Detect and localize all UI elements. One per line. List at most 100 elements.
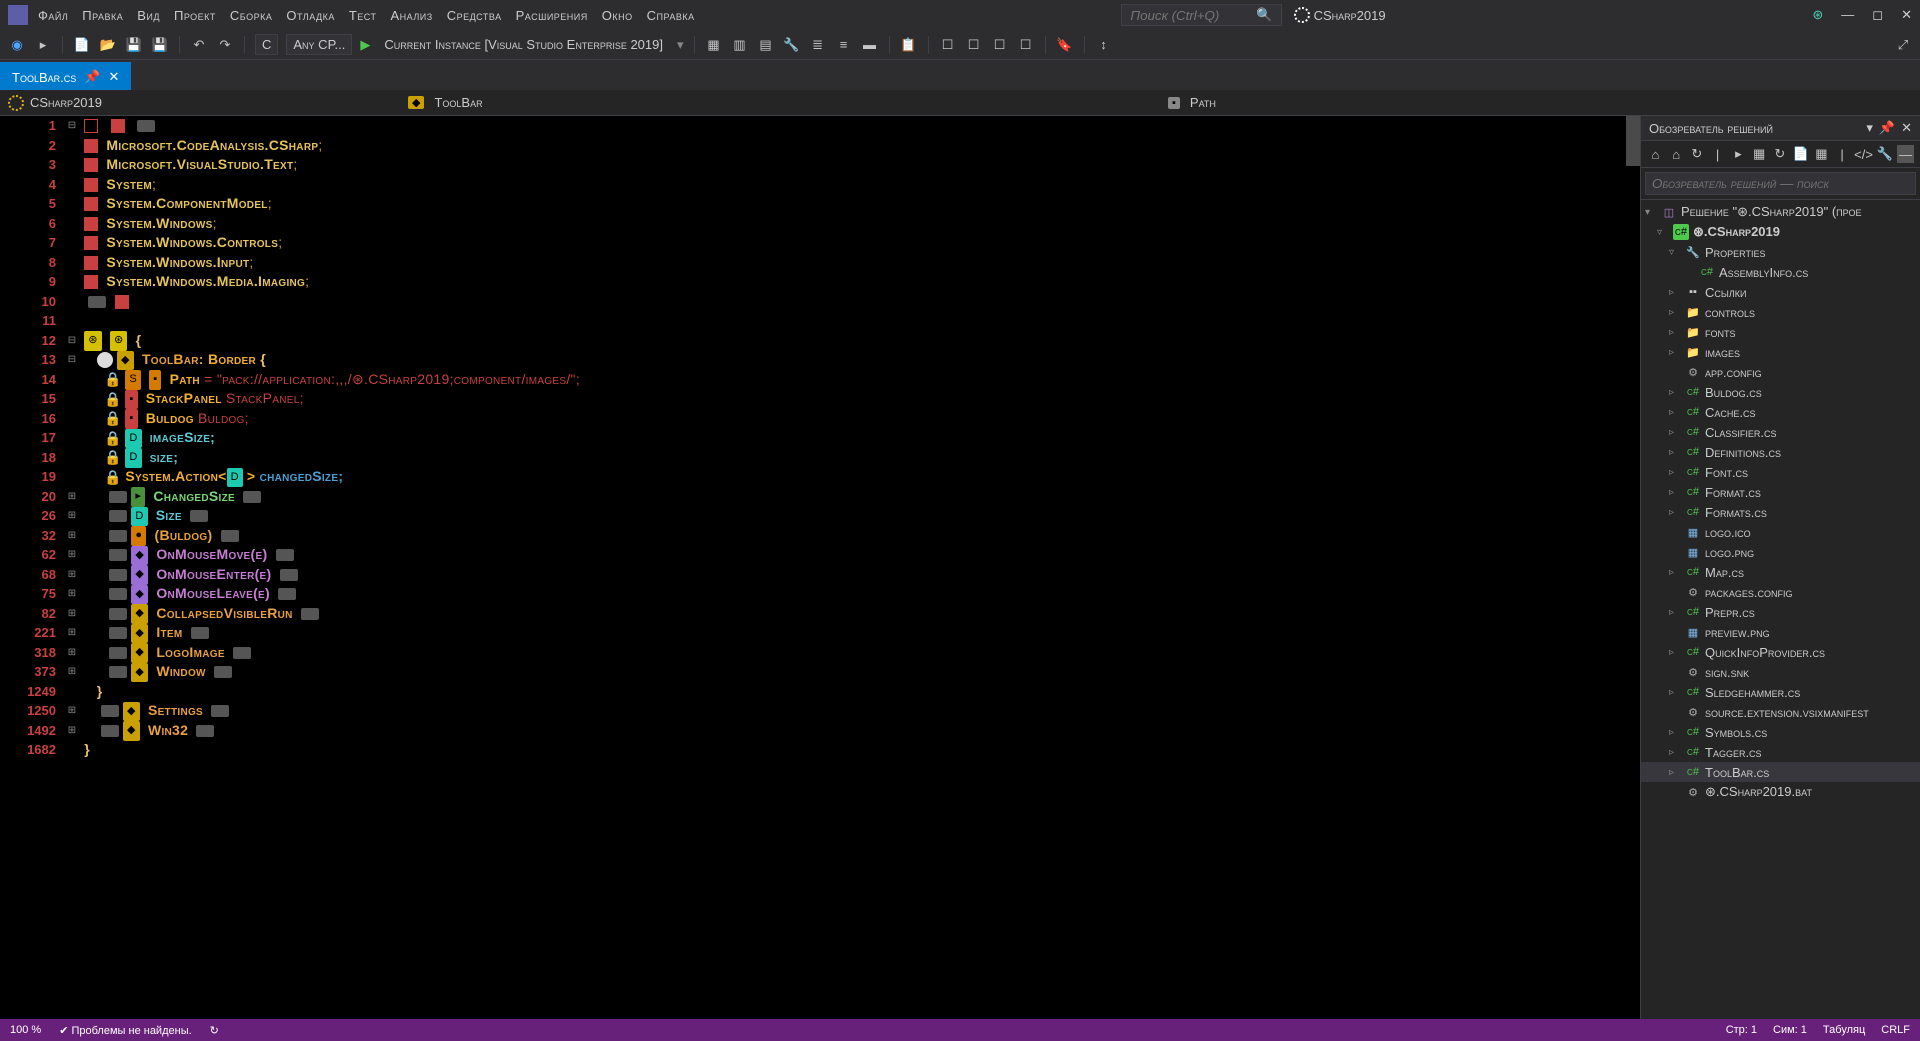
menu-Окно[interactable]: Окно — [602, 8, 633, 23]
tab-pin-icon[interactable]: 📌 — [84, 69, 100, 85]
tree-item[interactable]: ⚙app.config — [1641, 362, 1920, 382]
run-target[interactable]: Current Instance [Visual Studio Enterpri… — [378, 35, 669, 54]
tab-close-icon[interactable]: ✕ — [108, 69, 119, 85]
tree-item[interactable]: ▹▪▪Ссылки — [1641, 282, 1920, 302]
back-button[interactable]: ◉ — [8, 36, 26, 54]
encoding-indicator[interactable]: CRLF — [1881, 1024, 1910, 1036]
sync-icon[interactable]: ↕ — [1095, 36, 1113, 54]
forward-button[interactable]: ▸ — [34, 36, 52, 54]
tree-item[interactable]: ▹c#Prepr.cs — [1641, 602, 1920, 622]
global-search[interactable]: 🔍 — [1121, 4, 1281, 26]
fold-toggle[interactable]: ⊞ — [64, 506, 80, 526]
tab-toolbarcs[interactable]: ToolBar.cs 📌 ✕ — [0, 62, 131, 90]
tree-item[interactable]: ▹📁images — [1641, 342, 1920, 362]
menu-Тест[interactable]: Тест — [349, 8, 377, 23]
tree-item[interactable]: ▹c#Map.cs — [1641, 562, 1920, 582]
fold-toggle[interactable]: ⊞ — [64, 643, 80, 663]
tool-icon[interactable]: ≣ — [809, 36, 827, 54]
fold-toggle[interactable]: ⊞ — [64, 701, 80, 721]
close-button[interactable]: ✕ — [1901, 7, 1912, 23]
refresh-icon[interactable]: ↻ — [1772, 145, 1789, 163]
nav-class[interactable]: ◆ ToolBar — [400, 95, 1160, 110]
fold-toggle[interactable] — [64, 272, 80, 292]
fold-toggle[interactable] — [64, 448, 80, 468]
menu-Файл[interactable]: Файл — [38, 8, 68, 23]
refresh-icon[interactable]: ↻ — [210, 1024, 219, 1037]
fold-toggle[interactable] — [64, 292, 80, 312]
tree-item[interactable]: ▹c#Sledgehammer.cs — [1641, 682, 1920, 702]
tool-icon[interactable]: ≡ — [835, 36, 853, 54]
tool-icon[interactable]: ▥ — [731, 36, 749, 54]
tool-icon[interactable]: ▦ — [1813, 145, 1830, 163]
fold-toggle[interactable] — [64, 740, 80, 760]
tree-item[interactable]: ▹c#Symbols.cs — [1641, 722, 1920, 742]
tool-icon[interactable]: — — [1897, 145, 1914, 163]
search-icon[interactable]: 🔍 — [1256, 7, 1272, 23]
fold-toggle[interactable] — [64, 467, 80, 487]
fold-toggle[interactable]: ⊞ — [64, 565, 80, 585]
tree-item[interactable]: ▦logo.ico — [1641, 522, 1920, 542]
tool-icon[interactable]: ▬ — [861, 36, 879, 54]
scroll-thumb[interactable] — [1626, 116, 1640, 166]
tool-icon[interactable]: 🔧 — [783, 36, 801, 54]
fold-toggle[interactable]: ⊞ — [64, 526, 80, 546]
tree-item[interactable]: ⚙sign.snk — [1641, 662, 1920, 682]
home-icon[interactable]: ⌂ — [1647, 145, 1664, 163]
platform-combo[interactable]: Any CP... — [286, 34, 352, 55]
panel-close-icon[interactable]: ✕ — [1901, 120, 1912, 136]
tree-item[interactable]: ▹c#QuickInfoProvider.cs — [1641, 642, 1920, 662]
tree-item[interactable]: ▹c#Classifier.cs — [1641, 422, 1920, 442]
indent-indicator[interactable]: Табуляц — [1823, 1024, 1865, 1036]
tree-item[interactable]: ▹c#Cache.cs — [1641, 402, 1920, 422]
fold-toggle[interactable]: ⊞ — [64, 623, 80, 643]
menu-Вид[interactable]: Вид — [137, 8, 160, 23]
wrench-icon[interactable]: 🔧 — [1877, 145, 1894, 163]
tool-icon[interactable]: ▤ — [757, 36, 775, 54]
save-all-button[interactable]: 💾 — [151, 36, 169, 54]
redo-button[interactable]: ↷ — [216, 36, 234, 54]
code-icon[interactable]: </> — [1855, 145, 1873, 163]
tree-item[interactable]: ▿🔧Properties — [1641, 242, 1920, 262]
tree-item[interactable]: ⚙packages.config — [1641, 582, 1920, 602]
solution-root[interactable]: ▾◫ Решение "⊛.CSharp2019" (прое — [1641, 202, 1920, 222]
minimize-button[interactable]: — — [1841, 7, 1854, 23]
fold-toggle[interactable]: ⊟ — [64, 116, 80, 136]
fold-toggle[interactable]: ⊞ — [64, 584, 80, 604]
fold-toggle[interactable] — [64, 136, 80, 156]
errors-summary[interactable]: ✔ Проблемы не найдены. — [59, 1024, 191, 1037]
tree-item[interactable]: ▦logo.png — [1641, 542, 1920, 562]
fold-toggle[interactable] — [64, 311, 80, 331]
fold-toggle[interactable]: ⊞ — [64, 487, 80, 507]
tool-icon[interactable]: 📋 — [900, 36, 918, 54]
run-button[interactable]: ▶ — [360, 37, 370, 53]
fold-toggle[interactable]: ⊟ — [64, 331, 80, 351]
fold-toggle[interactable] — [64, 175, 80, 195]
tree-item[interactable]: ▹📁controls — [1641, 302, 1920, 322]
menu-Средства[interactable]: Средства — [447, 8, 502, 23]
menu-Справка[interactable]: Справка — [647, 8, 695, 23]
nav-namespace[interactable]: CSharp2019 — [0, 95, 400, 111]
menu-Сборка[interactable]: Сборка — [230, 8, 272, 23]
home-icon[interactable]: ⌂ — [1668, 145, 1685, 163]
tool-icon[interactable]: ▸ — [1730, 145, 1747, 163]
sync-icon[interactable]: ↻ — [1689, 145, 1706, 163]
menu-Проект[interactable]: Проект — [174, 8, 216, 23]
undo-button[interactable]: ↶ — [190, 36, 208, 54]
fold-toggle[interactable]: ⊞ — [64, 604, 80, 624]
editor[interactable]: 1234567891011121314151617181920263262687… — [0, 116, 1640, 1021]
tree-item[interactable]: ▹c#Definitions.cs — [1641, 442, 1920, 462]
panel-pin-icon[interactable]: 📌 — [1879, 120, 1895, 136]
fold-toggle[interactable]: ⊟ — [64, 350, 80, 370]
fold-toggle[interactable] — [64, 253, 80, 273]
tree-item[interactable]: ▹📁fonts — [1641, 322, 1920, 342]
fold-toggle[interactable] — [64, 428, 80, 448]
fold-toggle[interactable] — [64, 389, 80, 409]
project-node[interactable]: ▿c# ⊛.CSharp2019 — [1641, 222, 1920, 242]
tool-icon[interactable]: ☐ — [965, 36, 983, 54]
fold-toggle[interactable]: ⊞ — [64, 662, 80, 682]
bookmark-icon[interactable]: 🔖 — [1056, 36, 1074, 54]
nav-member[interactable]: ▪ Path — [1160, 95, 1920, 110]
tool-icon[interactable]: 📄 — [1792, 145, 1809, 163]
fold-toggle[interactable] — [64, 682, 80, 702]
tool-icon[interactable]: ☐ — [1017, 36, 1035, 54]
